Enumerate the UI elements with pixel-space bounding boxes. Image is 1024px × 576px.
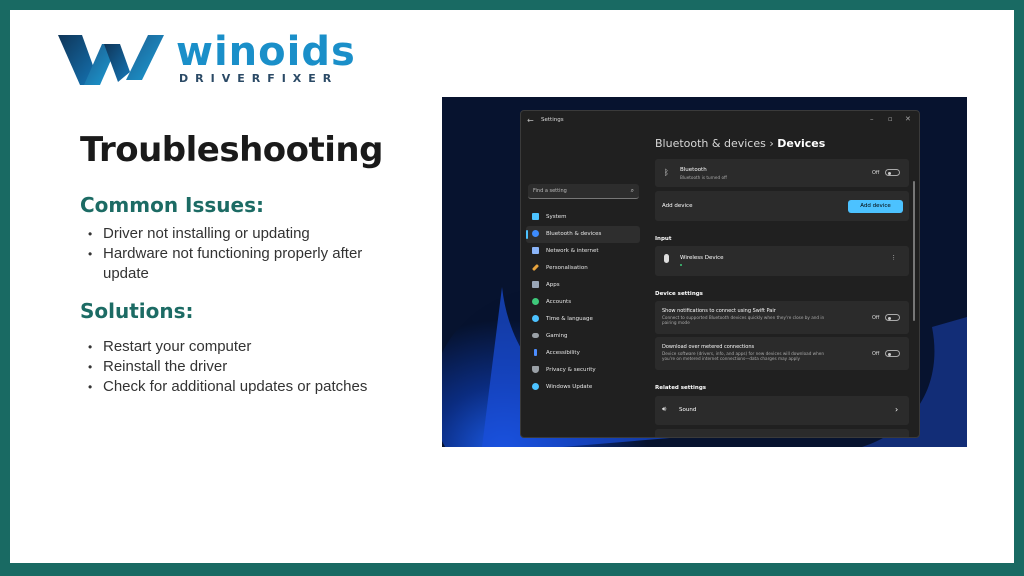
nav-item-system[interactable]: System <box>526 209 640 226</box>
list-item: Reinstall the driver <box>88 357 378 377</box>
swift-pair-toggle-label: Off <box>872 315 880 321</box>
list-item: Driver not installing or updating <box>88 224 378 244</box>
nav-label: Network & internet <box>546 248 599 254</box>
nav-label: Windows Update <box>546 384 593 390</box>
chevron-right-icon: › <box>895 405 899 414</box>
bluetooth-toggle-label: Off <box>872 170 880 176</box>
nav-item-bluetooth-devices[interactable]: Bluetooth & devices <box>526 226 640 243</box>
breadcrumb-separator: › <box>769 137 774 150</box>
swift-pair-toggle[interactable] <box>885 314 900 321</box>
related-settings-heading: Related settings <box>655 385 707 391</box>
nav-item-apps[interactable]: Apps <box>526 277 640 294</box>
slide-title: Troubleshooting <box>80 130 383 170</box>
mouse-icon <box>664 254 669 263</box>
nav-item-gaming[interactable]: Gaming <box>526 328 640 345</box>
nav-label: Accounts <box>546 299 572 305</box>
apps-icon <box>532 281 539 288</box>
settings-window: ← Settings – ▫ ✕ Find a setting ⌕ System… <box>520 110 920 438</box>
person-icon <box>532 298 539 305</box>
swift-pair-label: Show notifications to connect using Swif… <box>662 308 776 314</box>
search-input[interactable]: Find a setting ⌕ <box>528 184 639 199</box>
nav-item-windows-update[interactable]: Windows Update <box>526 379 640 396</box>
more-options-icon[interactable]: ⋮ <box>891 255 897 261</box>
search-icon[interactable]: ⌕ <box>631 187 634 195</box>
logo-tagline: DRIVERFIXER <box>179 72 339 85</box>
globe-icon <box>532 315 539 322</box>
solutions-heading: Solutions: <box>80 299 194 323</box>
metered-label: Download over metered connections <box>662 344 755 350</box>
bluetooth-label: Bluetooth <box>680 167 707 173</box>
nav-item-network[interactable]: Network & internet <box>526 243 640 260</box>
settings-nav: System Bluetooth & devices Network & int… <box>526 209 640 396</box>
issues-heading: Common Issues: <box>80 193 264 217</box>
add-device-button[interactable]: Add device <box>848 200 903 213</box>
nav-item-time-language[interactable]: Time & language <box>526 311 640 328</box>
winoids-w-mark-icon <box>58 35 164 85</box>
nav-label: Apps <box>546 282 560 288</box>
device-settings-heading: Device settings <box>655 291 703 297</box>
back-arrow-icon[interactable]: ← <box>527 116 534 125</box>
list-item: Check for additional updates or patches <box>88 377 378 397</box>
winoids-logo: winoids DRIVERFIXER <box>56 30 355 90</box>
nav-label: Gaming <box>546 333 568 339</box>
input-heading: Input <box>655 236 672 242</box>
list-item: Restart your computer <box>88 337 378 357</box>
scrollbar[interactable] <box>913 181 915 321</box>
add-device-card: Add device Add device <box>655 191 909 221</box>
logo-wordmark: winoids <box>176 29 356 75</box>
list-item: Hardware not functioning properly after … <box>88 244 378 284</box>
breadcrumb: Bluetooth & devices › Devices <box>655 137 825 150</box>
add-device-label: Add device <box>662 203 693 209</box>
nav-label: Privacy & security <box>546 367 596 373</box>
update-icon <box>532 383 539 390</box>
brush-icon <box>531 263 540 272</box>
swift-pair-description: Connect to supported Bluetooth devices q… <box>662 315 825 325</box>
metered-toggle-label: Off <box>872 351 880 357</box>
sound-label: Sound <box>679 407 697 413</box>
shield-icon <box>532 366 539 373</box>
metered-card: Download over metered connections Device… <box>655 337 909 370</box>
monitor-icon <box>532 213 539 220</box>
nav-item-accounts[interactable]: Accounts <box>526 294 640 311</box>
settings-content: Bluetooth & devices › Devices ᛒ Bluetoot… <box>655 111 911 437</box>
bluetooth-icon <box>532 230 539 237</box>
nav-item-personalisation[interactable]: Personalisation <box>526 260 640 277</box>
nav-item-privacy[interactable]: Privacy & security <box>526 362 640 379</box>
settings-screenshot: ← Settings – ▫ ✕ Find a setting ⌕ System… <box>442 97 967 447</box>
bluetooth-icon: ᛒ <box>664 168 669 177</box>
nav-label: System <box>546 214 567 220</box>
bluetooth-status: Bluetooth is turned off <box>680 175 727 180</box>
next-card <box>655 429 909 437</box>
sound-card[interactable]: 🔊︎ Sound › <box>655 396 909 425</box>
speaker-icon: 🔊︎ <box>662 405 667 413</box>
wireless-device-card[interactable]: Wireless Device ⋮ <box>655 246 909 276</box>
connected-dot-icon <box>680 264 682 266</box>
nav-label: Personalisation <box>546 265 588 271</box>
nav-label: Accessibility <box>546 350 580 356</box>
bluetooth-card: ᛒ Bluetooth Bluetooth is turned off Off <box>655 159 909 187</box>
window-title: Settings <box>541 117 564 123</box>
issues-list: Driver not installing or updating Hardwa… <box>88 224 378 284</box>
nav-label: Time & language <box>546 316 593 322</box>
metered-toggle[interactable] <box>885 350 900 357</box>
solutions-list: Restart your computer Reinstall the driv… <box>88 337 378 397</box>
nav-label: Bluetooth & devices <box>546 231 602 237</box>
nav-item-accessibility[interactable]: Accessibility <box>526 345 640 362</box>
bluetooth-toggle[interactable] <box>885 169 900 176</box>
breadcrumb-parent[interactable]: Bluetooth & devices <box>655 137 766 150</box>
metered-description: Device software (drivers, info, and apps… <box>662 351 824 361</box>
wireless-device-label: Wireless Device <box>680 255 724 261</box>
accessibility-icon <box>534 349 537 356</box>
gamepad-icon <box>532 333 539 338</box>
wifi-icon <box>532 247 539 254</box>
breadcrumb-current: Devices <box>777 137 826 150</box>
swift-pair-card: Show notifications to connect using Swif… <box>655 301 909 334</box>
search-placeholder: Find a setting <box>533 188 567 194</box>
